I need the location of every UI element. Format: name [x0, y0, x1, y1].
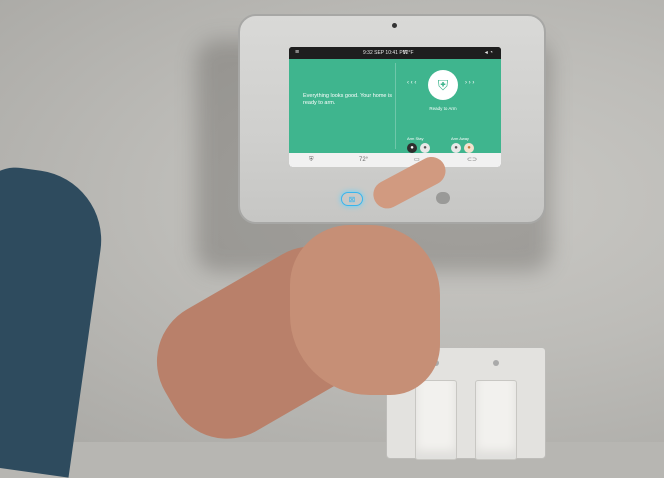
- light-switch-left[interactable]: [415, 380, 457, 460]
- light-switch-right[interactable]: [475, 380, 517, 460]
- security-icon[interactable]: ⛨: [309, 153, 314, 167]
- lock-icon[interactable]: ⊂⊃: [467, 153, 477, 167]
- arm-away-label: Arm Away: [451, 136, 469, 141]
- arm-away-toggle[interactable]: ●: [451, 143, 461, 153]
- status-temp: 72°F: [403, 50, 414, 56]
- shield-icon[interactable]: ⛨: [428, 70, 458, 100]
- home-button-icon[interactable]: ⊠: [341, 192, 363, 206]
- status-bar: ≡ 9:32 SEP 10:41 PM 72°F ◂ ◔: [289, 47, 501, 59]
- status-time: 9:32 SEP 10:41 PM: [363, 50, 407, 56]
- hand: [290, 225, 440, 395]
- home-status-panel: Everything looks good. Your home is read…: [289, 59, 501, 153]
- status-message: Everything looks good. Your home is read…: [303, 93, 392, 106]
- signal-icon: ◂ ◔: [484, 50, 493, 56]
- arm-stay-button[interactable]: ●: [407, 143, 417, 153]
- touch-screen[interactable]: ≡ 9:32 SEP 10:41 PM 72°F ◂ ◔ Everything …: [289, 47, 501, 167]
- arm-state-label: Ready to Arm: [429, 106, 457, 111]
- chevron-left-icon: ‹ ‹ ‹: [407, 80, 417, 86]
- divider: [395, 63, 396, 149]
- screw: [493, 360, 499, 366]
- menu-icon[interactable]: ≡: [295, 47, 299, 59]
- arm-away-button[interactable]: ●: [464, 143, 474, 153]
- chevron-right-icon: › › ›: [465, 80, 475, 86]
- side-button[interactable]: [436, 192, 450, 204]
- camera-lens: [392, 23, 397, 28]
- arm-stay-toggle[interactable]: ●: [420, 143, 430, 153]
- arm-stay-label: Arm Stay: [407, 136, 424, 141]
- thermostat-temp[interactable]: 72°: [359, 153, 368, 167]
- bottom-nav: ⛨ 72° ▭ ⊂⊃: [289, 153, 501, 167]
